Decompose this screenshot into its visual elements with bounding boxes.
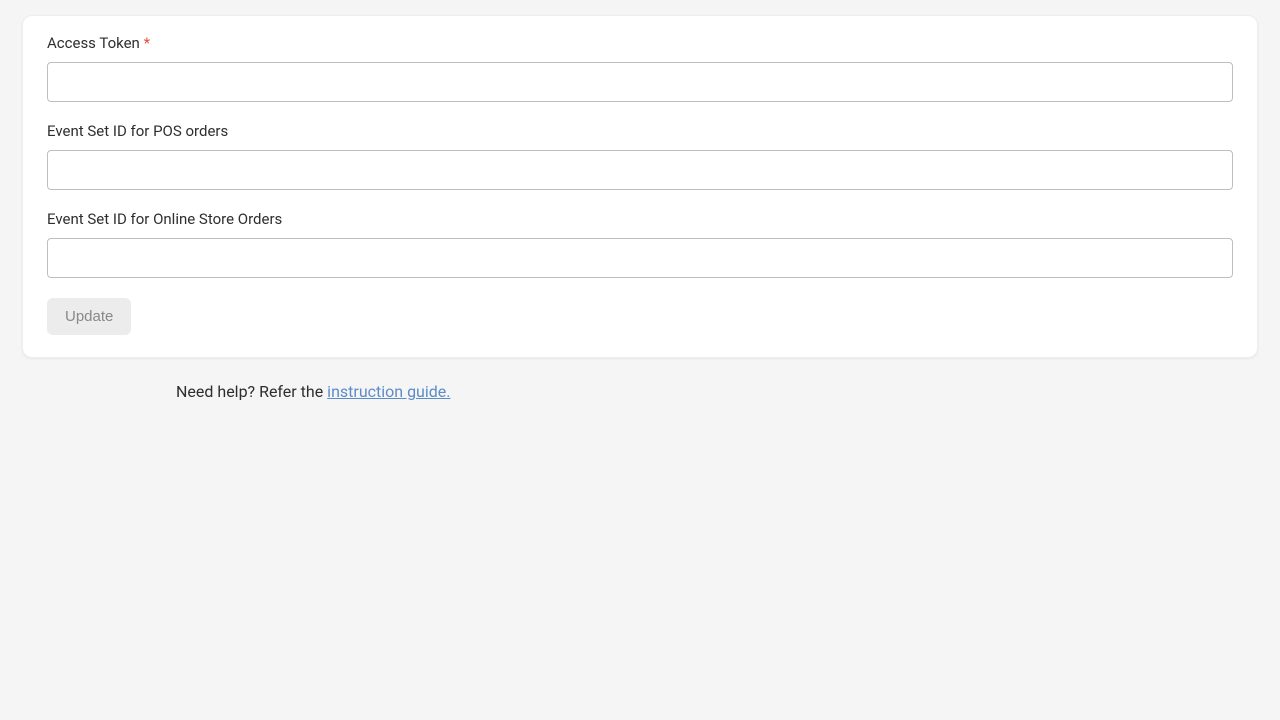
access-token-label-text: Access Token [47,34,140,52]
help-prefix: Need help? Refer the [176,382,327,401]
help-text: Need help? Refer the instruction guide. [176,382,1258,401]
access-token-label: Access Token * [47,34,1233,52]
event-set-online-input[interactable] [47,238,1233,278]
update-button[interactable]: Update [47,298,131,335]
access-token-input[interactable] [47,62,1233,102]
event-set-pos-label: Event Set ID for POS orders [47,122,1233,140]
event-set-online-label: Event Set ID for Online Store Orders [47,210,1233,228]
instruction-guide-link[interactable]: instruction guide. [327,382,450,401]
event-set-online-field: Event Set ID for Online Store Orders [47,210,1233,278]
required-asterisk: * [144,34,150,52]
settings-card: Access Token * Event Set ID for POS orde… [22,15,1258,358]
event-set-pos-field: Event Set ID for POS orders [47,122,1233,190]
access-token-field: Access Token * [47,34,1233,102]
event-set-pos-input[interactable] [47,150,1233,190]
